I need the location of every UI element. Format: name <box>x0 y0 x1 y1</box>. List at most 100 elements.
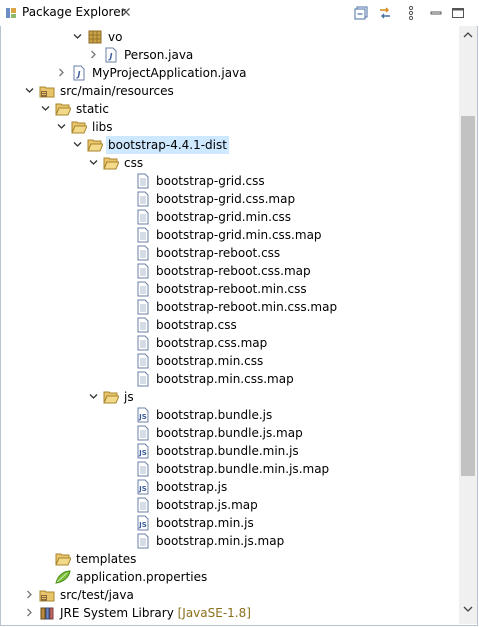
tree-item[interactable]: J Person.java <box>0 46 459 64</box>
tree-item-text: bootstrap-4.4.1-dist <box>108 138 227 152</box>
scrollbar-thumb[interactable] <box>461 116 475 476</box>
chevron-right-icon[interactable] <box>88 49 99 60</box>
chevron-down-icon[interactable] <box>40 103 51 114</box>
package-explorer-icon <box>6 8 16 18</box>
tree-item[interactable]: bootstrap.min.js.map <box>0 532 459 550</box>
tree-item-label: bootstrap-reboot.min.css <box>154 280 309 298</box>
tree-item[interactable]: bootstrap-grid.css.map <box>0 190 459 208</box>
tree-item[interactable]: src/test/java <box>0 586 459 604</box>
tree-item[interactable]: js <box>0 388 459 406</box>
minimize-icon[interactable] <box>428 5 444 21</box>
tree-item[interactable]: src/main/resources <box>0 82 459 100</box>
svg-text:JS: JS <box>138 521 147 529</box>
tree-item[interactable]: vo <box>0 28 459 46</box>
tree-item-label: bootstrap.js <box>154 478 229 496</box>
text-file-icon <box>137 263 149 279</box>
chevron-up-icon[interactable] <box>462 29 474 41</box>
package-icon <box>88 30 102 44</box>
tree-item[interactable]: bootstrap.css.map <box>0 334 459 352</box>
tree-item-text: bootstrap-reboot.css <box>156 246 281 260</box>
tree-item-text: bootstrap.min.css <box>156 354 264 368</box>
svg-text:JS: JS <box>138 413 147 421</box>
tree-item[interactable]: application.properties <box>0 568 459 586</box>
maximize-icon[interactable] <box>450 5 466 21</box>
tree-item-label: bootstrap-reboot.css <box>154 244 282 262</box>
tree-item-label: JRE System Library [JavaSE-1.8] <box>58 604 253 622</box>
tree-item[interactable]: templates <box>0 550 459 568</box>
tree-item-text: templates <box>76 552 137 566</box>
chevron-down-icon[interactable] <box>72 31 83 42</box>
tree-item[interactable]: static <box>0 100 459 118</box>
tree-item-decoration: [JavaSE-1.8] <box>173 606 251 620</box>
chevron-right-icon[interactable] <box>24 589 35 600</box>
text-file-icon <box>137 173 149 189</box>
tree-item-label: bootstrap.bundle.js.map <box>154 424 305 442</box>
tree-item[interactable]: bootstrap-grid.min.css <box>0 208 459 226</box>
tree-item[interactable]: bootstrap-grid.css <box>0 172 459 190</box>
vertical-scrollbar[interactable] <box>459 26 477 624</box>
tree-item-text: bootstrap.js.map <box>156 498 258 512</box>
text-file-icon <box>137 461 149 477</box>
tree-item-text: js <box>124 390 134 404</box>
svg-text:JS: JS <box>138 449 147 457</box>
chevron-down-icon[interactable] <box>72 139 83 150</box>
library-icon <box>40 607 54 620</box>
tree-item[interactable]: bootstrap-grid.min.css.map <box>0 226 459 244</box>
tree-item[interactable]: bootstrap.bundle.min.js.map <box>0 460 459 478</box>
chevron-down-icon[interactable] <box>56 121 67 132</box>
tree-item[interactable]: bootstrap-reboot.min.css.map <box>0 298 459 316</box>
tree-item[interactable]: JS bootstrap.bundle.min.js <box>0 442 459 460</box>
tree-item[interactable]: bootstrap-4.4.1-dist <box>0 136 459 154</box>
js-file-icon: JS <box>137 443 149 459</box>
chevron-down-icon[interactable] <box>24 85 35 96</box>
link-with-editor-icon[interactable] <box>377 5 393 21</box>
tree-item[interactable]: bootstrap.min.css <box>0 352 459 370</box>
tree-item[interactable]: JS bootstrap.js <box>0 478 459 496</box>
tree-item-label: application.properties <box>74 568 209 586</box>
tree-item-text: bootstrap.css <box>156 318 237 332</box>
collapse-all-icon[interactable] <box>354 5 370 21</box>
view-tab-bar: Package Explorer <box>0 0 478 26</box>
text-file-icon <box>137 191 149 207</box>
source-folder-icon <box>39 86 55 98</box>
java-file-icon: J <box>73 65 85 81</box>
tree-item-label: bootstrap.bundle.min.js.map <box>154 460 331 478</box>
tree-item-label: bootstrap.css <box>154 316 239 334</box>
text-file-icon <box>137 353 149 369</box>
tree-item[interactable]: JS bootstrap.bundle.js <box>0 406 459 424</box>
tree-item[interactable]: bootstrap.bundle.js.map <box>0 424 459 442</box>
tree-item-label: bootstrap-4.4.1-dist <box>106 136 229 154</box>
chevron-down-icon[interactable] <box>462 603 474 615</box>
tree-item[interactable]: J MyProjectApplication.java <box>0 64 459 82</box>
folder-open-icon <box>55 103 71 116</box>
tree-item[interactable]: bootstrap.min.css.map <box>0 370 459 388</box>
tree-item[interactable]: bootstrap-reboot.css <box>0 244 459 262</box>
text-file-icon <box>137 245 149 261</box>
chevron-right-icon[interactable] <box>24 607 35 618</box>
tree-item[interactable]: JRE System Library [JavaSE-1.8] <box>0 604 459 622</box>
view-menu-icon[interactable] <box>403 5 419 21</box>
tree-item-label: bootstrap-reboot.css.map <box>154 262 313 280</box>
tree-item-label: static <box>74 100 111 118</box>
tree-item-label: templates <box>74 550 138 568</box>
tree-item-label: bootstrap-grid.min.css.map <box>154 226 324 244</box>
tree-item[interactable]: JS bootstrap.min.js <box>0 514 459 532</box>
tree-item[interactable]: bootstrap-reboot.min.css <box>0 280 459 298</box>
text-file-icon <box>137 227 149 243</box>
tree-item-label: bootstrap.bundle.min.js <box>154 442 301 460</box>
close-icon[interactable] <box>120 6 132 18</box>
chevron-right-icon[interactable] <box>56 67 67 78</box>
tree-item-text: static <box>76 102 109 116</box>
chevron-down-icon[interactable] <box>88 391 99 402</box>
tree-item[interactable]: css <box>0 154 459 172</box>
tree-item-label: bootstrap.min.js.map <box>154 532 286 550</box>
tree-item[interactable]: bootstrap-reboot.css.map <box>0 262 459 280</box>
tree-item[interactable]: libs <box>0 118 459 136</box>
tree-item[interactable]: bootstrap.css <box>0 316 459 334</box>
chevron-down-icon[interactable] <box>88 157 99 168</box>
tree-item[interactable]: bootstrap.js.map <box>0 496 459 514</box>
tree-item-text: bootstrap.min.css.map <box>156 372 294 386</box>
tab-package-explorer[interactable]: Package Explorer <box>0 0 140 26</box>
js-file-icon: JS <box>137 407 149 423</box>
project-tree[interactable]: vo J Person.java J MyProjectApplication.java… <box>0 26 459 624</box>
